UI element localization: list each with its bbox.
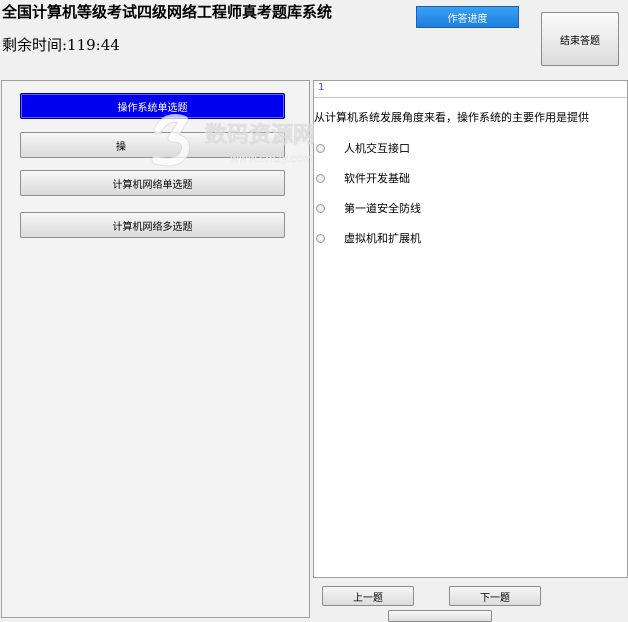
category-os-single[interactable]: 操作系统单选题	[20, 93, 285, 119]
radio-button[interactable]	[316, 143, 325, 153]
option-b[interactable]: 软件开发基础	[316, 169, 596, 187]
prev-question-button[interactable]: 上一题	[322, 586, 414, 606]
option-d[interactable]: 虚拟机和扩展机	[316, 229, 596, 247]
category-network-single[interactable]: 计算机网络单选题	[20, 170, 285, 196]
app-title: 全国计算机等级考试四级网络工程师真考题库系统	[2, 3, 333, 21]
category-os-multi[interactable]: 操	[20, 132, 285, 158]
question-divider	[314, 97, 627, 98]
radio-button[interactable]	[316, 173, 325, 183]
option-label: 软件开发基础	[344, 172, 410, 185]
next-question-button[interactable]: 下一题	[449, 586, 541, 606]
question-text: 从计算机系统发展角度来看，操作系统的主要作用是提供	[314, 111, 589, 124]
radio-button[interactable]	[316, 233, 325, 243]
category-network-multi[interactable]: 计算机网络多选题	[20, 212, 285, 238]
option-label: 虚拟机和扩展机	[344, 232, 421, 245]
progress-button[interactable]: 作答进度	[416, 6, 519, 28]
question-number: 1	[318, 82, 325, 93]
option-c[interactable]: 第一道安全防线	[316, 199, 596, 217]
submit-button[interactable]	[388, 610, 492, 622]
option-label: 第一道安全防线	[344, 202, 421, 215]
option-label: 人机交互接口	[344, 142, 410, 155]
timer: 剩余时间:119:44	[2, 36, 120, 54]
radio-button[interactable]	[316, 203, 325, 213]
category-panel	[1, 80, 310, 618]
option-a[interactable]: 人机交互接口	[316, 139, 596, 157]
end-exam-button[interactable]: 结束答题	[541, 12, 619, 66]
